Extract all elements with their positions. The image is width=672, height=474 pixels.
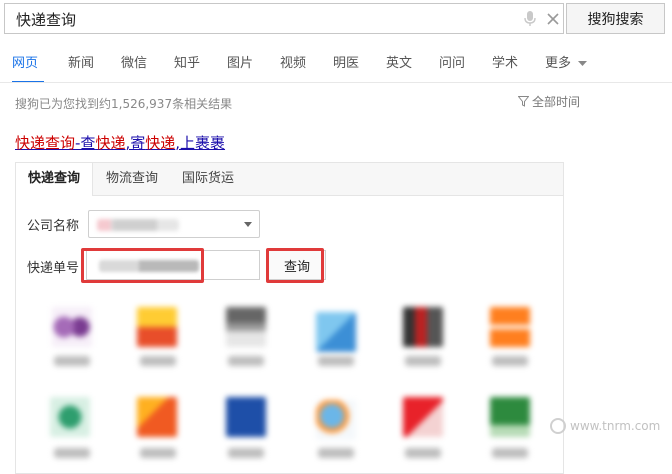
express-query-widget: 快递查询 物流查询 国际货运 xyxy=(15,162,564,474)
tab-news[interactable]: 新闻 xyxy=(68,52,94,71)
tab-zhihu[interactable]: 知乎 xyxy=(174,52,200,71)
title-keyword: 快递 xyxy=(95,134,126,152)
courier-label xyxy=(228,448,264,458)
courier-logo[interactable] xyxy=(226,397,266,437)
courier-label xyxy=(492,448,528,458)
widget-tabs: 快递查询 物流查询 国际货运 xyxy=(16,163,563,196)
chevron-down-icon xyxy=(578,60,588,66)
highlight-box-query xyxy=(266,248,324,283)
nav-divider xyxy=(0,82,672,83)
tab-video[interactable]: 视频 xyxy=(280,52,306,71)
widget-tab-express[interactable]: 快递查询 xyxy=(16,163,93,196)
tab-more[interactable]: 更多 xyxy=(545,52,588,71)
watermark: www.tnrm.com xyxy=(550,418,660,434)
title-keyword: 快递查询 xyxy=(15,134,76,152)
tab-more-label: 更多 xyxy=(545,56,572,71)
courier-logo[interactable] xyxy=(226,307,266,347)
courier-logo[interactable] xyxy=(403,307,443,347)
courier-label xyxy=(140,356,176,366)
tab-web[interactable]: 网页 xyxy=(12,52,38,71)
time-filter[interactable]: 全部时间 xyxy=(518,93,580,110)
title-text: ,上裹裹 xyxy=(175,134,226,152)
search-button[interactable]: 搜狗搜索 xyxy=(566,3,665,34)
tracking-number-label: 快递单号 xyxy=(27,261,80,276)
company-name-label: 公司名称 xyxy=(27,219,80,234)
widget-tab-international[interactable]: 国际货运 xyxy=(170,163,246,195)
widget-tab-logistics[interactable]: 物流查询 xyxy=(94,163,170,195)
courier-logo[interactable] xyxy=(403,397,443,437)
courier-logo[interactable] xyxy=(137,397,177,437)
courier-label xyxy=(54,448,90,458)
watermark-logo-icon xyxy=(550,418,566,434)
courier-label xyxy=(228,356,264,366)
search-input[interactable] xyxy=(16,7,506,31)
courier-label xyxy=(405,356,441,366)
tab-english[interactable]: 英文 xyxy=(386,52,412,71)
time-filter-label: 全部时间 xyxy=(532,95,581,109)
company-select[interactable] xyxy=(88,210,260,238)
courier-label xyxy=(492,356,528,366)
nav-tabs: 网页 新闻 微信 知乎 图片 视频 明医 英文 问问 学术 更多 xyxy=(0,52,672,83)
tab-wechat[interactable]: 微信 xyxy=(121,52,147,71)
company-select-value xyxy=(97,219,179,231)
filter-icon xyxy=(518,96,529,107)
courier-logo[interactable] xyxy=(316,400,356,440)
courier-logo[interactable] xyxy=(316,312,356,352)
courier-logo[interactable] xyxy=(137,307,177,347)
watermark-text: www.tnrm.com xyxy=(570,419,661,433)
courier-logo[interactable] xyxy=(50,397,90,437)
courier-logo[interactable] xyxy=(490,307,530,347)
tab-wenwen[interactable]: 问问 xyxy=(439,52,465,71)
courier-label xyxy=(318,356,354,366)
result-title-link[interactable]: 快递查询-查快递,寄快递,上裹裹 xyxy=(15,134,225,152)
title-text: ,寄 xyxy=(125,134,146,152)
result-count: 搜狗已为您找到约1,526,937条相关结果 xyxy=(15,97,233,111)
title-text: -查 xyxy=(75,134,96,152)
search-box[interactable] xyxy=(4,3,564,34)
clear-icon[interactable] xyxy=(545,11,561,27)
courier-logo[interactable] xyxy=(52,307,92,347)
tab-medical[interactable]: 明医 xyxy=(333,52,359,71)
microphone-icon[interactable] xyxy=(523,11,537,27)
result-title[interactable]: 快递查询-查快递,寄快递,上裹裹 xyxy=(15,132,225,153)
courier-label xyxy=(140,448,176,458)
tab-images[interactable]: 图片 xyxy=(227,52,253,71)
chevron-down-icon xyxy=(244,222,252,227)
courier-logo[interactable] xyxy=(490,397,530,437)
tab-academic[interactable]: 学术 xyxy=(492,52,518,71)
highlight-box-tracking xyxy=(81,248,204,283)
courier-label xyxy=(318,448,354,458)
courier-label xyxy=(54,356,90,366)
courier-label xyxy=(405,448,441,458)
title-keyword: 快递 xyxy=(145,134,176,152)
